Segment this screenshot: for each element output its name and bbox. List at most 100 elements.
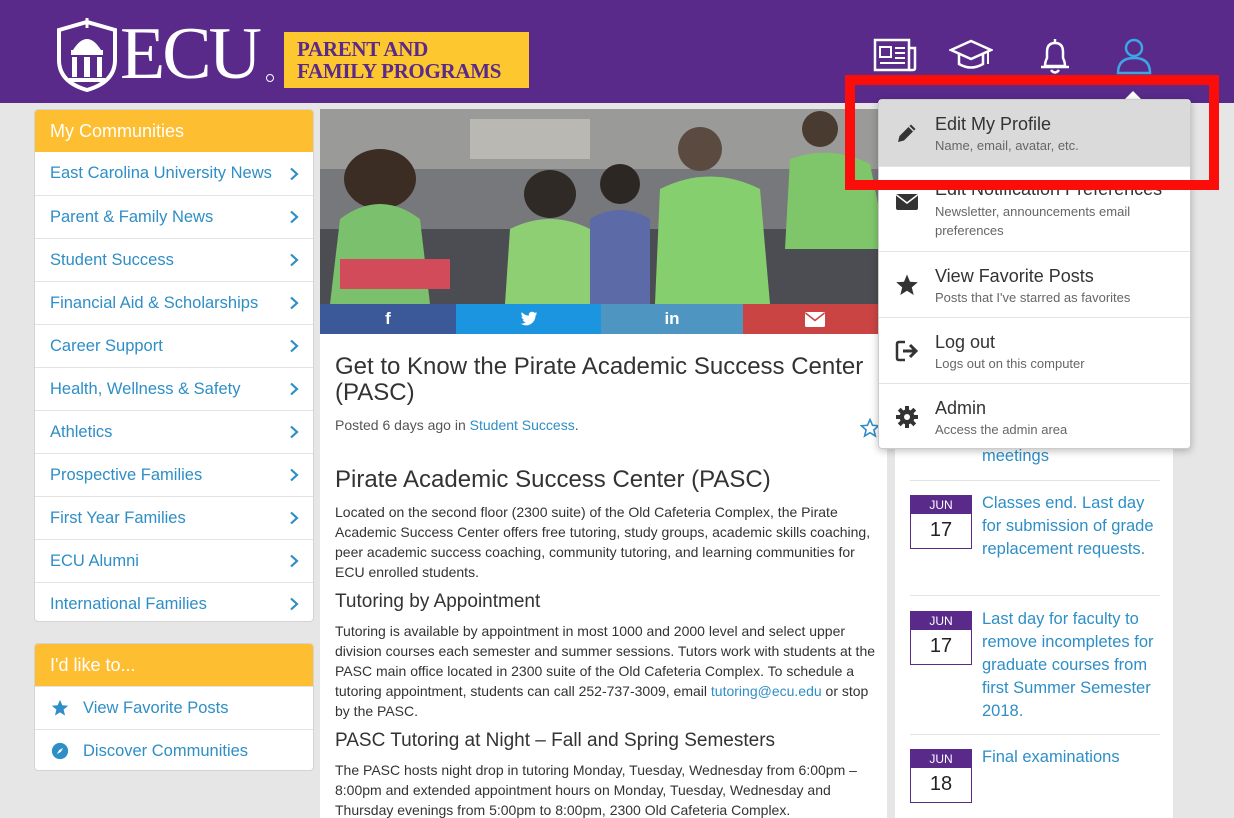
linkedin-share-button[interactable]: in [601,304,743,334]
intro-paragraph: Located on the second floor (2300 suite)… [335,504,871,580]
meta-suffix: . [574,417,579,433]
community-link[interactable]: Financial Aid & Scholarships [35,281,313,324]
event-month: JUN [911,750,971,768]
view-favorite-posts-label: View Favorite Posts [83,698,229,717]
discover-communities-link[interactable]: Discover Communities [35,729,313,770]
article-hero-image[interactable] [320,109,887,304]
community-link[interactable]: Student Success [35,238,313,281]
community-link[interactable]: Parent & Family News [35,195,313,238]
chevron-right-icon [290,597,299,611]
edit-notification-sub: Newsletter, announcements email preferen… [935,204,1131,238]
community-link[interactable]: Health, Wellness & Safety [35,367,313,410]
community-link[interactable]: Prospective Families [35,453,313,496]
email-share-button[interactable] [743,304,887,334]
tutoring-heading: Tutoring by Appointment [335,591,541,612]
night-tutoring-paragraph: The PASC hosts night drop in tutoring Mo… [335,762,857,818]
chevron-right-icon [290,296,299,310]
event-title[interactable]: Last day for faculty to remove incomplet… [982,608,1157,723]
chevron-right-icon [290,468,299,482]
registered-mark [266,74,274,82]
community-label: International Families [50,594,207,613]
chevron-right-icon [290,554,299,568]
share-bar: f in [320,304,887,334]
ecu-logo-text[interactable]: ECU [120,14,262,94]
graduation-cap-icon[interactable] [949,36,993,76]
chevron-right-icon [290,425,299,439]
linkedin-icon: in [664,309,680,328]
event-title[interactable]: Final examinations [982,746,1157,769]
star-icon [896,274,918,295]
chevron-right-icon [290,511,299,525]
article-card: f in Get to Know the Pirate Academic Suc… [320,109,887,818]
community-label: East Carolina University News [50,164,272,182]
community-link[interactable]: International Families [35,582,313,621]
community-label: First Year Families [50,508,186,527]
community-label: Financial Aid & Scholarships [50,293,259,312]
event-day: 17 [929,635,953,657]
community-list: East Carolina University News Parent & Fa… [35,152,313,621]
event-day: 17 [929,519,953,541]
favorite-star-icon[interactable] [860,418,880,438]
my-communities-panel: My Communities East Carolina University … [34,109,314,622]
community-link[interactable]: First Year Families [35,496,313,539]
community-label: Athletics [50,422,113,441]
program-title-line2: FAMILY PROGRAMS [297,59,502,83]
event-title[interactable]: Classes end. Last day for submission of … [982,492,1157,561]
view-favorite-posts-menu-sub: Posts that I've starred as favorites [935,290,1131,305]
community-link[interactable]: East Carolina University News [35,152,313,195]
category-link[interactable]: Student Success [470,417,575,433]
program-title-badge[interactable]: PARENT AND FAMILY PROGRAMS [284,32,529,88]
my-communities-title: My Communities [35,110,313,152]
community-link[interactable]: ECU Alumni [35,539,313,582]
event-month: JUN [911,612,971,630]
facebook-share-button[interactable]: f [320,304,456,334]
user-icon[interactable] [1112,36,1156,76]
admin-menu-item[interactable]: Admin Access the admin area [879,383,1190,449]
article-meta: Posted 6 days ago in Student Success. [335,417,579,433]
event-date-badge: JUN 18 [910,749,972,803]
gear-icon [896,406,918,428]
community-label: Student Success [50,250,174,269]
chevron-right-icon [290,382,299,396]
community-label: Career Support [50,336,163,355]
discover-communities-label: Discover Communities [83,741,249,760]
chevron-right-icon [290,210,299,224]
community-link[interactable]: Athletics [35,410,313,453]
event-date-badge: JUN 17 [910,495,972,549]
twitter-icon [520,311,537,326]
ecu-cupola-logo-icon[interactable] [55,16,119,92]
event-divider [910,595,1160,596]
newspaper-icon[interactable] [873,36,917,76]
posted-time: Posted 6 days ago in [335,417,470,433]
tutoring-paragraph: Tutoring is available by appointment in … [335,621,875,721]
log-out-label: Log out [935,332,996,352]
community-link[interactable]: Career Support [35,324,313,367]
program-title-line1: PARENT AND [297,37,428,61]
view-favorite-posts-menu-item[interactable]: View Favorite Posts Posts that I've star… [879,251,1190,317]
night-tutoring-heading: PASC Tutoring at Night – Fall and Spring… [335,730,776,751]
star-icon [51,699,69,716]
twitter-share-button[interactable] [456,304,601,334]
event-title-partial[interactable]: meetings [982,447,1049,466]
event-month: JUN [911,496,971,514]
community-label: Parent & Family News [50,207,214,226]
tutoring-email-link[interactable]: tutoring@ecu.edu [711,683,822,699]
envelope-icon [896,194,918,210]
community-label: Health, Wellness & Safety [50,379,241,398]
admin-sub: Access the admin area [935,422,1068,437]
id-like-to-title: I'd like to... [35,644,313,686]
community-label: Prospective Families [50,465,203,484]
admin-label: Admin [935,398,987,418]
id-like-to-panel: I'd like to... View Favorite Posts Disco… [34,643,314,771]
bell-icon[interactable] [1033,36,1077,76]
event-date-badge: JUN 17 [910,611,972,665]
log-out-menu-item[interactable]: Log out Logs out on this computer [879,317,1190,383]
chevron-right-icon [290,339,299,353]
event-day: 18 [929,773,953,795]
view-favorite-posts-link[interactable]: View Favorite Posts [35,686,313,729]
envelope-icon [805,311,825,327]
article-title: Get to Know the Pirate Academic Success … [335,353,864,406]
event-divider [910,734,1160,735]
annotation-highlight-box [845,75,1219,190]
facebook-icon: f [385,309,391,328]
